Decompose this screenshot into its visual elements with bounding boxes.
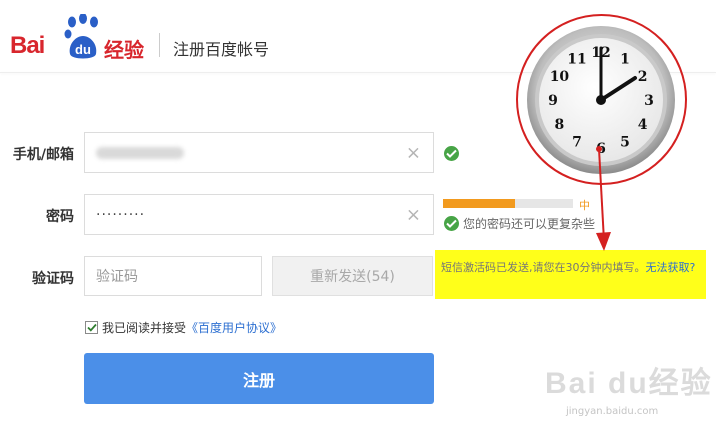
clock-numeral: 10 — [550, 69, 570, 85]
baidu-jingyan-logo[interactable]: Bai du 经验 — [10, 14, 150, 64]
clear-icon[interactable]: × — [406, 142, 421, 163]
phone-email-input[interactable]: × — [84, 132, 434, 173]
annotation-arrow — [596, 146, 611, 251]
clear-icon[interactable]: × — [406, 204, 421, 225]
watermark-url: jingyan.baidu.com — [566, 406, 659, 417]
sms-sent-note: 短信激活码已发送,请您在30分钟内填写。无法获取? — [435, 250, 706, 299]
password-hint: 您的密码还可以更复杂些 — [463, 217, 596, 231]
password-input[interactable]: ········· × — [84, 194, 434, 235]
clock-numeral: 7 — [572, 135, 582, 151]
logo-jingyan-text: 经验 — [104, 38, 144, 62]
phone-value-blurred — [96, 146, 184, 159]
clock-numeral: 4 — [638, 117, 648, 133]
phone-valid-check-icon — [444, 146, 459, 161]
register-button[interactable]: 注册 — [84, 353, 434, 404]
clock-numeral: 3 — [644, 93, 654, 109]
clock-numeral: 8 — [555, 117, 565, 133]
logo-text: Bai — [10, 32, 45, 59]
clock-numeral: 9 — [548, 93, 558, 109]
password-strength-fill — [443, 199, 515, 208]
phone-label: 手机/邮箱 — [12, 147, 74, 163]
agreement-row: 我已阅读并接受 《百度用户协议》 — [85, 319, 282, 336]
paw-logo-icon: du — [64, 14, 98, 59]
verification-code-input[interactable]: 验证码 — [84, 256, 262, 296]
agree-text: 我已阅读并接受 — [102, 321, 187, 335]
code-placeholder: 验证码 — [96, 269, 138, 285]
clock-numeral: 1 — [620, 51, 630, 67]
password-strength-bar — [443, 199, 573, 208]
header-divider — [159, 33, 160, 57]
clock-numeral: 2 — [638, 69, 648, 85]
sms-note-text: 短信激活码已发送,请您在30分钟内填写。 — [441, 261, 646, 274]
page-title: 注册百度帐号 — [173, 40, 270, 59]
password-value: ········· — [96, 206, 146, 223]
agree-checkbox[interactable] — [85, 321, 98, 334]
clock-numeral: 11 — [567, 51, 586, 67]
clock-numeral: 5 — [620, 135, 630, 151]
user-agreement-link[interactable]: 《百度用户协议》 — [186, 319, 282, 336]
code-label: 验证码 — [32, 271, 74, 287]
password-label: 密码 — [46, 209, 74, 225]
cant-receive-link[interactable]: 无法获取? — [646, 261, 696, 274]
register-page: Bai du 经验 注册百度帐号 手机/邮箱 × 密码 ········· × … — [0, 0, 716, 442]
resend-code-button[interactable]: 重新发送(54) — [272, 256, 433, 296]
logo-du-text: du — [75, 42, 91, 57]
watermark-logo: Bai du经验 — [545, 367, 713, 400]
checkmark-icon — [87, 323, 97, 332]
password-ok-check-icon — [444, 216, 459, 231]
